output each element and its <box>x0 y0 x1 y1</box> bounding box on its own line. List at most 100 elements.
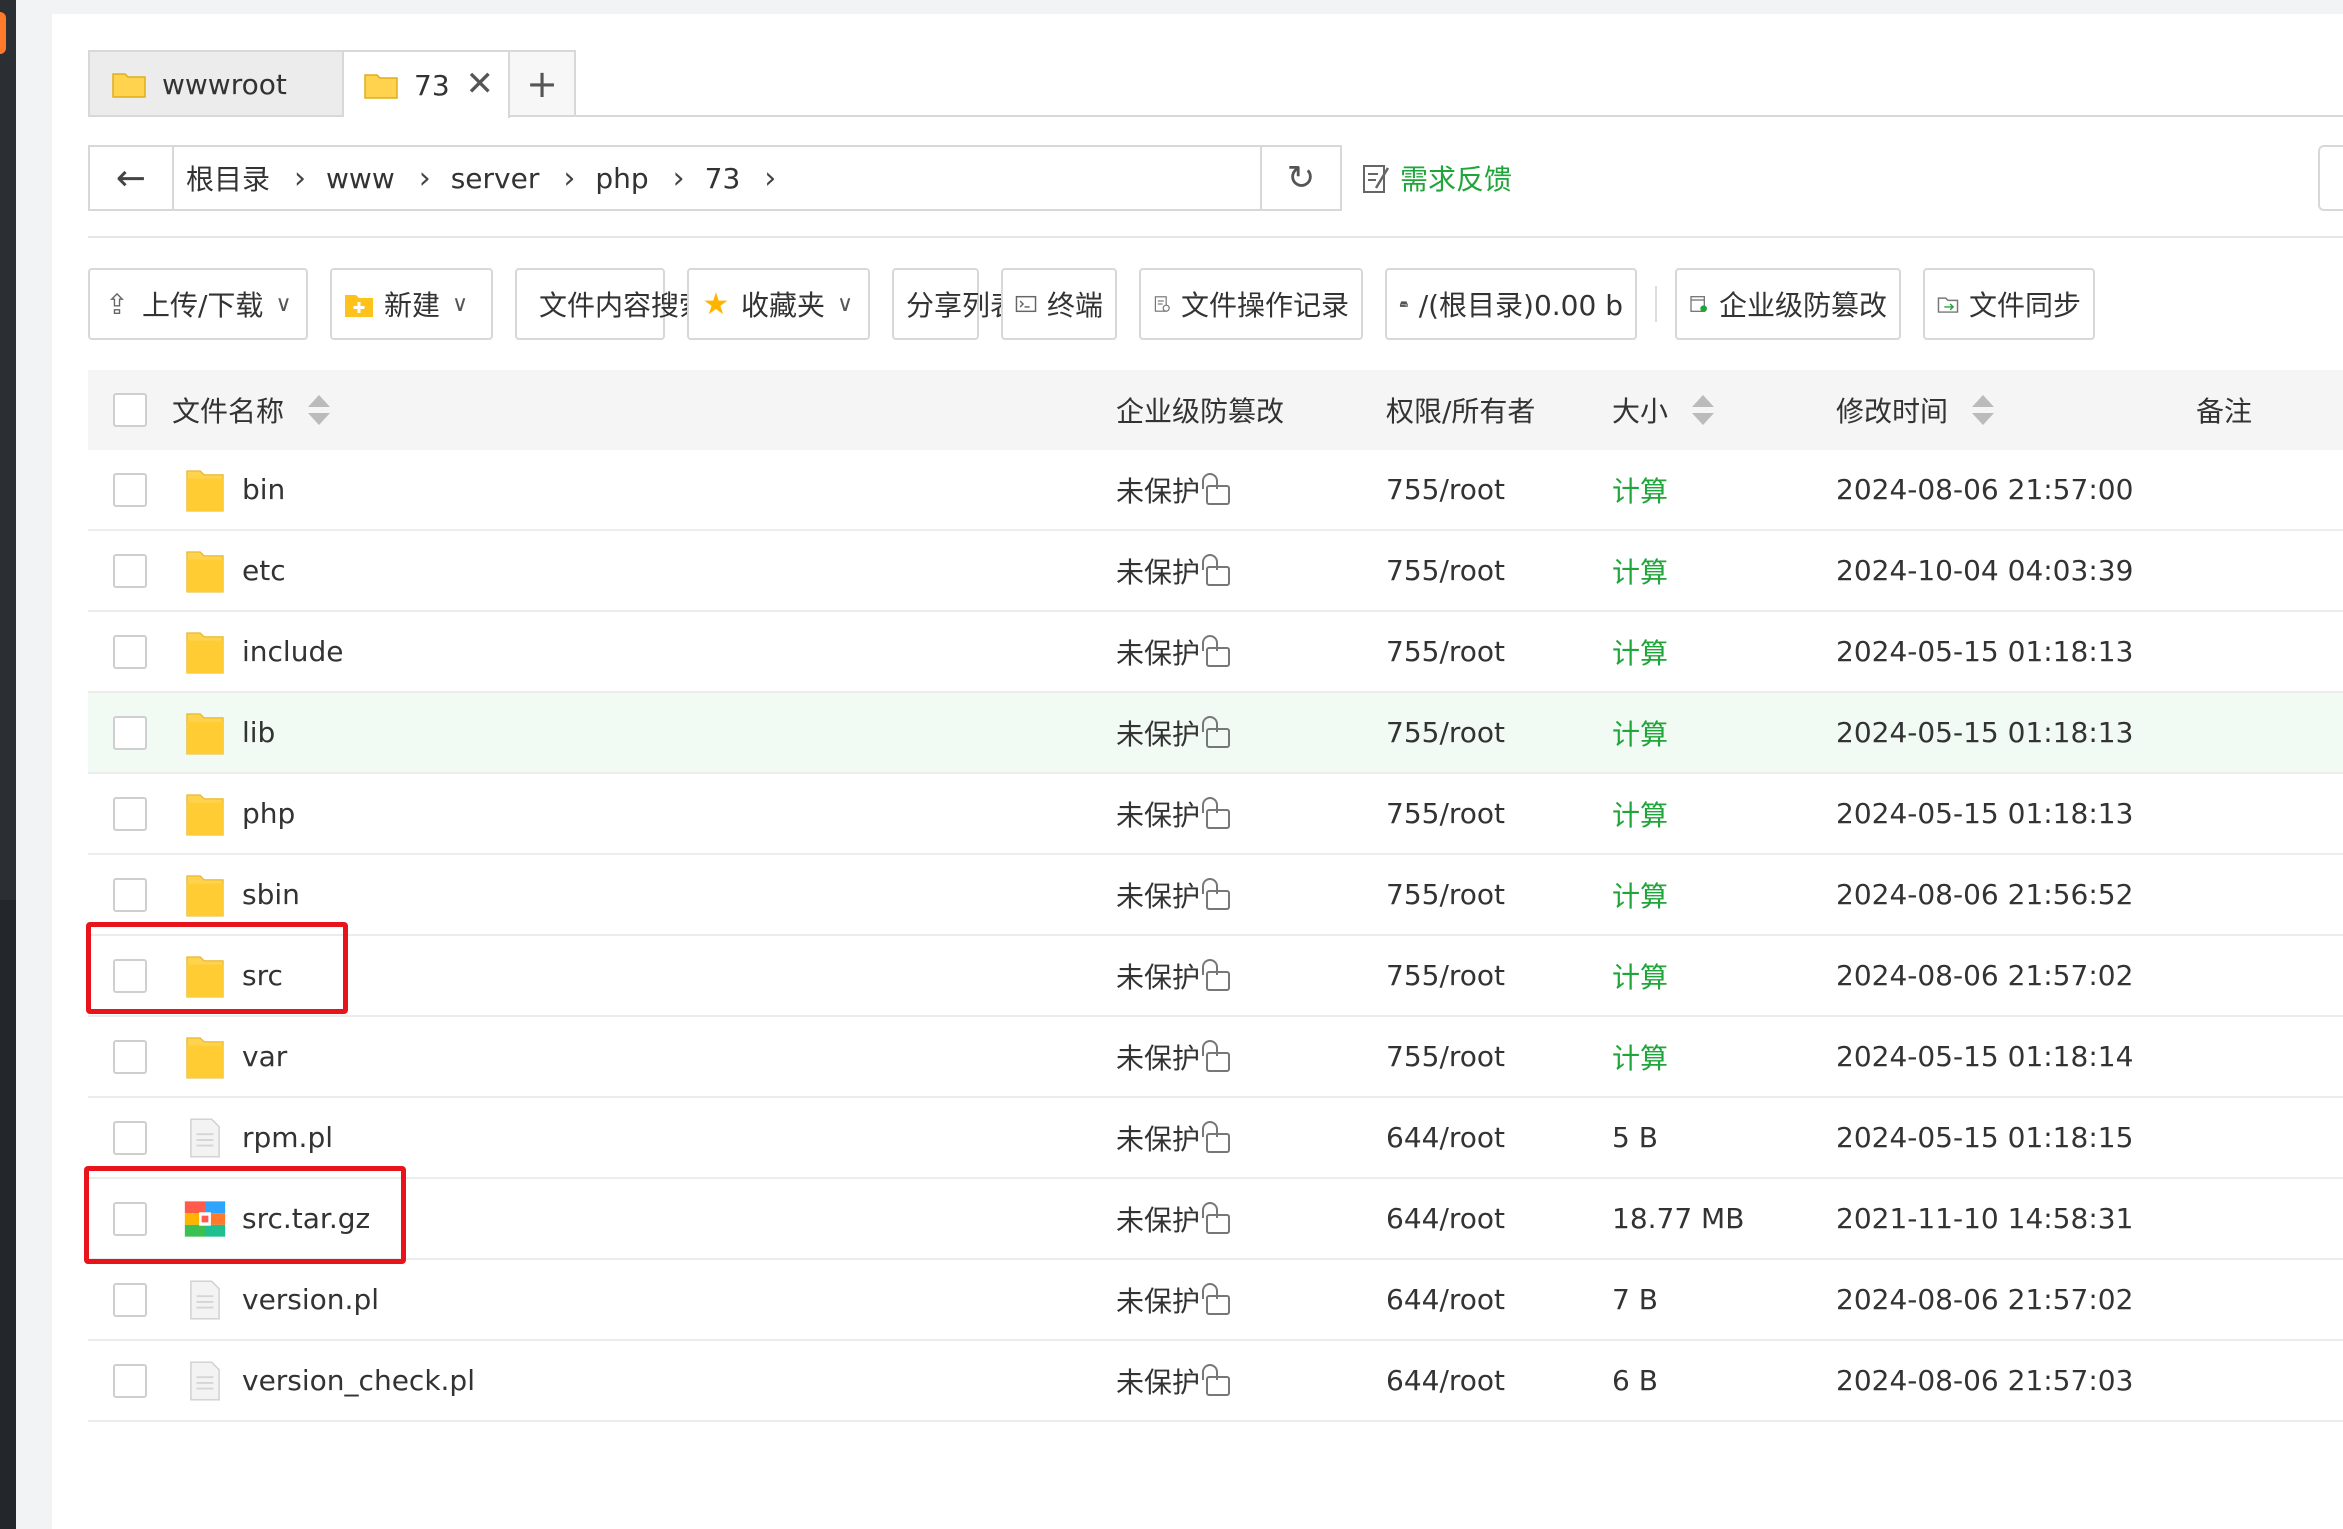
breadcrumb-item-www[interactable]: www <box>326 162 395 195</box>
file-name[interactable]: php <box>242 797 295 830</box>
table-row[interactable]: version_check.pl 未保护 644/root 6 B 2024-08-06… <box>88 1341 2343 1422</box>
unlock-icon[interactable] <box>1206 1132 1231 1153</box>
breadcrumb-item-root[interactable]: 根目录 <box>186 158 270 198</box>
table-row[interactable]: bin 未保护 755/root 计算 2024-08-06 21:57:00 <box>88 450 2343 531</box>
tab-wwwroot[interactable]: wwwroot <box>88 50 344 116</box>
right-search-stub[interactable] <box>2318 145 2343 211</box>
header-name[interactable]: 文件名称 <box>172 390 1116 430</box>
table-row[interactable]: sbin 未保护 755/root 计算 2024-08-06 21:56:52 <box>88 855 2343 936</box>
perm-owner-cell[interactable]: 644/root <box>1386 1121 1612 1154</box>
size-cell[interactable]: 计算 <box>1612 794 1836 834</box>
size-cell[interactable]: 计算 <box>1612 470 1836 510</box>
protection-cell[interactable]: 未保护 <box>1116 1199 1386 1239</box>
sort-icon[interactable] <box>1972 392 1995 428</box>
protection-cell[interactable]: 未保护 <box>1116 551 1386 591</box>
table-row[interactable]: var 未保护 755/root 计算 2024-05-15 01:18:14 <box>88 1017 2343 1098</box>
protection-cell[interactable]: 未保护 <box>1116 956 1386 996</box>
protection-cell[interactable]: 未保护 <box>1116 1280 1386 1320</box>
select-all-checkbox[interactable] <box>113 393 147 427</box>
perm-owner-cell[interactable]: 644/root <box>1386 1202 1612 1235</box>
operation-log-button[interactable]: 文件操作记录 <box>1139 268 1363 340</box>
refresh-button[interactable]: ↻ <box>1260 147 1340 209</box>
header-mtime[interactable]: 修改时间 <box>1836 390 2196 430</box>
perm-owner-cell[interactable]: 644/root <box>1386 1364 1612 1397</box>
row-checkbox[interactable] <box>113 1120 147 1155</box>
size-cell[interactable]: 计算 <box>1612 1037 1836 1077</box>
table-row[interactable]: version.pl 未保护 644/root 7 B 2024-08-06 21:57… <box>88 1260 2343 1341</box>
perm-owner-cell[interactable]: 755/root <box>1386 797 1612 830</box>
row-checkbox[interactable] <box>113 472 147 507</box>
table-row[interactable]: src.tar.gz 未保护 644/root 18.77 MB 2021-11-10 … <box>88 1179 2343 1260</box>
protection-cell[interactable]: 未保护 <box>1116 713 1386 753</box>
row-checkbox[interactable] <box>113 634 147 669</box>
unlock-icon[interactable] <box>1206 565 1231 586</box>
row-checkbox[interactable] <box>113 1363 147 1398</box>
table-row[interactable]: src 未保护 755/root 计算 2024-08-06 21:57:02 <box>88 936 2343 1017</box>
unlock-icon[interactable] <box>1206 1375 1231 1396</box>
size-cell[interactable]: 计算 <box>1612 713 1836 753</box>
file-name[interactable]: lib <box>242 716 275 749</box>
file-name[interactable]: bin <box>242 473 285 506</box>
content-search-button[interactable]: 文件内容搜索 <box>515 268 707 340</box>
table-row[interactable]: rpm.pl 未保护 644/root 5 B 2024-05-15 01:18:15 <box>88 1098 2343 1179</box>
protection-cell[interactable]: 未保护 <box>1116 794 1386 834</box>
protection-cell[interactable]: 未保护 <box>1116 632 1386 672</box>
perm-owner-cell[interactable]: 755/root <box>1386 1040 1612 1073</box>
favorites-button[interactable]: ★ 收藏夹 ∨ <box>687 268 870 340</box>
file-name[interactable]: version_check.pl <box>242 1364 475 1397</box>
close-icon[interactable]: ✕ <box>466 64 495 104</box>
breadcrumb-item-server[interactable]: server <box>451 162 540 195</box>
size-cell[interactable]: 计算 <box>1612 551 1836 591</box>
table-row[interactable]: lib 未保护 755/root 计算 2024-05-15 01:18:13 <box>88 693 2343 774</box>
row-checkbox[interactable] <box>113 553 147 588</box>
breadcrumb-item-73[interactable]: 73 <box>705 162 741 195</box>
unlock-icon[interactable] <box>1206 727 1231 748</box>
add-tab-button[interactable]: + <box>510 50 576 116</box>
sort-icon[interactable] <box>1692 392 1715 428</box>
file-name[interactable]: version.pl <box>242 1283 379 1316</box>
unlock-icon[interactable] <box>1206 970 1231 991</box>
table-row[interactable]: php 未保护 755/root 计算 2024-05-15 01:18:13 <box>88 774 2343 855</box>
unlock-icon[interactable] <box>1206 484 1231 505</box>
perm-owner-cell[interactable]: 755/root <box>1386 473 1612 506</box>
header-size[interactable]: 大小 <box>1612 390 1836 430</box>
row-checkbox[interactable] <box>113 1282 147 1317</box>
terminal-button[interactable]: 终端 <box>1001 268 1117 340</box>
upload-download-button[interactable]: ⇪ 上传/下载 ∨ <box>88 268 308 340</box>
perm-owner-cell[interactable]: 644/root <box>1386 1283 1612 1316</box>
unlock-icon[interactable] <box>1206 1213 1231 1234</box>
protection-cell[interactable]: 未保护 <box>1116 1118 1386 1158</box>
row-checkbox[interactable] <box>113 1039 147 1074</box>
feedback-link[interactable]: 需求反馈 <box>1362 158 1512 198</box>
unlock-icon[interactable] <box>1206 1051 1231 1072</box>
protection-cell[interactable]: 未保护 <box>1116 470 1386 510</box>
row-checkbox[interactable] <box>113 715 147 750</box>
perm-owner-cell[interactable]: 755/root <box>1386 878 1612 911</box>
tab-73[interactable]: 73 ✕ <box>344 50 510 118</box>
size-cell[interactable]: 计算 <box>1612 875 1836 915</box>
unlock-icon[interactable] <box>1206 1294 1231 1315</box>
unlock-icon[interactable] <box>1206 808 1231 829</box>
unlock-icon[interactable] <box>1206 646 1231 667</box>
chevron-right-icon[interactable]: › <box>764 161 776 196</box>
perm-owner-cell[interactable]: 755/root <box>1386 716 1612 749</box>
sort-icon[interactable] <box>308 392 331 428</box>
breadcrumb-item-php[interactable]: php <box>595 162 648 195</box>
protection-cell[interactable]: 未保护 <box>1116 1037 1386 1077</box>
file-name[interactable]: sbin <box>242 878 300 911</box>
size-cell[interactable]: 计算 <box>1612 956 1836 996</box>
protection-cell[interactable]: 未保护 <box>1116 875 1386 915</box>
tamper-proof-button[interactable]: 企业级防篡改 <box>1675 268 1901 340</box>
perm-owner-cell[interactable]: 755/root <box>1386 635 1612 668</box>
size-cell[interactable]: 计算 <box>1612 632 1836 672</box>
new-button[interactable]: 新建 ∨ <box>330 268 493 340</box>
file-name[interactable]: etc <box>242 554 286 587</box>
perm-owner-cell[interactable]: 755/root <box>1386 959 1612 992</box>
perm-owner-cell[interactable]: 755/root <box>1386 554 1612 587</box>
protection-cell[interactable]: 未保护 <box>1116 1361 1386 1401</box>
table-row[interactable]: include 未保护 755/root 计算 2024-05-15 01:18:13 <box>88 612 2343 693</box>
row-checkbox[interactable] <box>113 877 147 912</box>
file-name[interactable]: include <box>242 635 343 668</box>
disk-usage-button[interactable]: /(根目录)0.00 b <box>1385 268 1637 340</box>
file-sync-button[interactable]: 文件同步 <box>1923 268 2095 340</box>
